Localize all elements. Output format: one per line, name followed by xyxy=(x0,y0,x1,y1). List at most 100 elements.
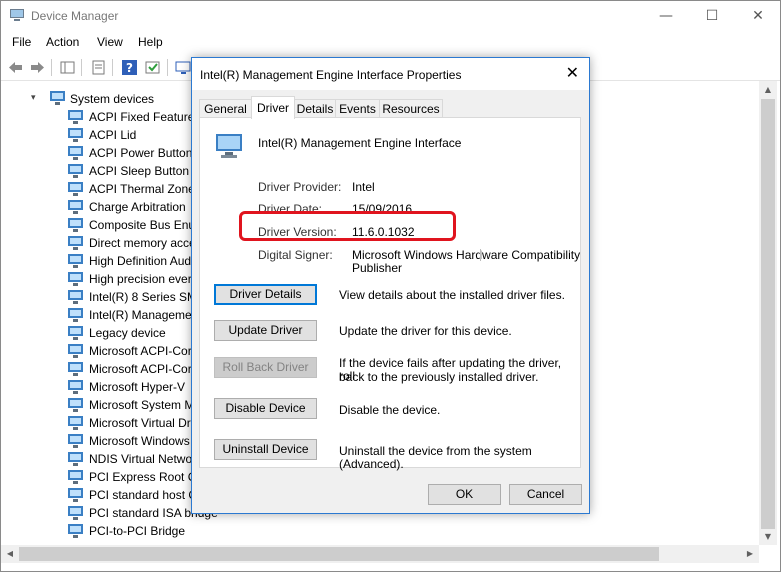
uninstall-device-button[interactable]: Uninstall Device xyxy=(214,439,317,460)
digital-signer-label: Digital Signer: xyxy=(258,248,333,262)
system-device-icon xyxy=(68,380,83,394)
system-devices-icon xyxy=(50,91,65,105)
properties-dialog: Intel(R) Management Engine Interface Pro… xyxy=(191,57,590,514)
scroll-thumb[interactable] xyxy=(761,99,775,529)
dialog-title: Intel(R) Management Engine Interface Pro… xyxy=(200,68,462,82)
scroll-down-arrow-icon[interactable]: ▼ xyxy=(759,528,777,545)
driver-provider-label: Driver Provider: xyxy=(258,180,342,194)
close-button[interactable]: ✕ xyxy=(735,1,781,31)
system-device-icon xyxy=(68,326,83,340)
monitor-icon[interactable] xyxy=(175,59,192,76)
scroll-up-arrow-icon[interactable]: ▲ xyxy=(759,81,777,98)
toolbar-separator xyxy=(51,59,52,76)
system-device-icon xyxy=(68,524,83,538)
system-device-icon xyxy=(68,506,83,520)
action-pane-icon[interactable] xyxy=(144,59,161,76)
digital-signer-value: Microsoft Windows Hardware Compatibility xyxy=(352,248,581,262)
toolbar-separator xyxy=(81,59,82,76)
driver-details-description: View details about the installed driver … xyxy=(339,288,565,302)
tree-item-label: Microsoft Hyper-V xyxy=(89,380,186,394)
tree-item-label: Microsoft ACPI-Cor xyxy=(89,362,192,376)
forward-arrow-icon[interactable] xyxy=(29,59,46,76)
back-arrow-icon[interactable] xyxy=(7,59,24,76)
tree-item-label: ACPI Sleep Button xyxy=(89,164,190,178)
horizontal-scrollbar[interactable]: ◀ ▶ xyxy=(1,545,759,563)
system-device-icon xyxy=(68,470,83,484)
properties-icon[interactable] xyxy=(90,59,107,76)
system-device-icon xyxy=(68,290,83,304)
tree-item-label: High Definition Aud xyxy=(89,254,192,268)
tree-item-label: ACPI Lid xyxy=(89,128,137,142)
tab-details[interactable]: Details xyxy=(294,99,336,118)
tree-item-label: Microsoft Windows xyxy=(89,434,190,448)
system-device-icon xyxy=(68,182,83,196)
menu-bar: File Action View Help xyxy=(1,32,780,54)
driver-provider-value: Intel xyxy=(352,180,375,194)
menu-file[interactable]: File xyxy=(12,35,31,49)
scroll-left-arrow-icon[interactable]: ◀ xyxy=(1,545,19,563)
tree-item-label: PCI standard host C xyxy=(89,488,198,502)
svg-text:?: ? xyxy=(126,61,133,75)
tree-item-label: PCI Express Root Co xyxy=(89,470,204,484)
tab-general[interactable]: General xyxy=(199,99,252,118)
tree-item-label: Composite Bus Enu xyxy=(89,218,196,232)
tree-item-label: High precision ever xyxy=(89,272,192,286)
window-title: Device Manager xyxy=(31,9,119,23)
device-monitor-icon xyxy=(216,134,242,158)
tab-driver[interactable]: Driver xyxy=(251,96,295,119)
collapse-chevron-icon[interactable]: ▾ xyxy=(31,93,36,103)
menu-help[interactable]: Help xyxy=(138,35,163,49)
maximize-button[interactable]: ☐ xyxy=(689,1,735,31)
driver-details-button[interactable]: Driver Details xyxy=(214,284,317,305)
system-device-icon xyxy=(68,110,83,124)
tree-item-label: ACPI Thermal Zone xyxy=(89,182,195,196)
menu-view[interactable]: View xyxy=(97,35,123,49)
system-device-icon xyxy=(68,488,83,502)
help-icon[interactable]: ? xyxy=(121,59,138,76)
scroll-thumb[interactable] xyxy=(19,547,659,561)
tree-item-label: Microsoft Virtual Dr xyxy=(89,416,191,430)
tab-resources[interactable]: Resources xyxy=(379,99,443,118)
toolbar-separator xyxy=(167,59,168,76)
system-device-icon xyxy=(68,452,83,466)
system-device-icon xyxy=(68,218,83,232)
ok-button[interactable]: OK xyxy=(428,484,501,505)
uninstall-device-description: Uninstall the device from the system (Ad… xyxy=(339,444,532,471)
title-bar: Device Manager — ☐ ✕ xyxy=(1,1,780,31)
digital-signer-value-cont: Publisher xyxy=(352,261,403,275)
dialog-title-bar: Intel(R) Management Engine Interface Pro… xyxy=(192,58,589,90)
system-device-icon xyxy=(68,200,83,214)
system-device-icon xyxy=(68,272,83,286)
disable-device-button[interactable]: Disable Device xyxy=(214,398,317,419)
device-manager-icon xyxy=(10,9,24,21)
system-device-icon xyxy=(68,416,83,430)
system-device-icon xyxy=(68,398,83,412)
tree-item-label: Direct memory acce xyxy=(89,236,196,250)
tree-item-label: Legacy device xyxy=(89,326,166,340)
show-hide-tree-icon[interactable] xyxy=(59,59,76,76)
update-driver-button[interactable]: Update Driver xyxy=(214,320,317,341)
system-device-icon xyxy=(68,128,83,142)
tree-item-label: Charge Arbitration xyxy=(89,200,186,214)
tree-item-label: PCI-to-PCI Bridge xyxy=(89,524,186,538)
tree-node-label: System devices xyxy=(70,92,155,106)
disable-device-description: Disable the device. xyxy=(339,403,441,417)
dialog-close-button[interactable]: ✕ xyxy=(566,63,579,82)
tree-item-label: Intel(R) 8 Series SM xyxy=(89,290,198,304)
toolbar-separator xyxy=(112,59,113,76)
roll-back-description-cont: back to the previously installed driver. xyxy=(339,370,539,384)
menu-action[interactable]: Action xyxy=(46,35,79,49)
system-device-icon xyxy=(68,308,83,322)
roll-back-driver-button[interactable]: Roll Back Driver xyxy=(214,357,317,378)
driver-version-highlight xyxy=(239,211,456,241)
vertical-scrollbar[interactable]: ▲ ▼ xyxy=(759,81,777,545)
tab-events[interactable]: Events xyxy=(335,99,380,118)
cancel-button[interactable]: Cancel xyxy=(509,484,582,505)
tree-item-label: ACPI Fixed Feature xyxy=(89,110,195,124)
system-device-icon xyxy=(68,146,83,160)
tree-item-label: Microsoft ACPI-Cor xyxy=(89,344,192,358)
device-name: Intel(R) Management Engine Interface xyxy=(258,136,462,150)
tree-item-label: ACPI Power Button xyxy=(89,146,193,160)
scroll-right-arrow-icon[interactable]: ▶ xyxy=(741,545,759,563)
minimize-button[interactable]: — xyxy=(643,1,689,31)
